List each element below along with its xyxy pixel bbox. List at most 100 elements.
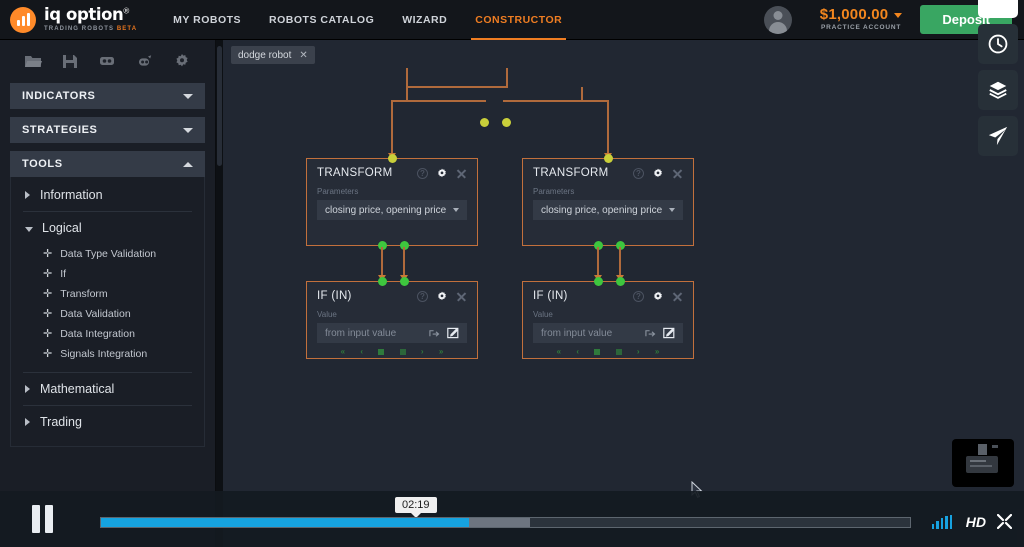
sidebar-scrollbar[interactable] [216,40,223,547]
edit-icon[interactable] [663,327,675,339]
tree-item-trading-label: Trading [40,415,82,429]
edit-icon[interactable] [447,327,459,339]
operator-item[interactable]: ‹ [360,347,363,356]
leaf-signals-integration[interactable]: ✛ Signals Integration [11,344,204,364]
node-output-port[interactable] [502,118,511,127]
pause-button[interactable] [32,505,60,533]
node-transform-right[interactable]: TRANSFORM ? Parameters closing price, op… [522,154,694,250]
import-icon[interactable] [429,328,440,339]
operator-item[interactable]: « [557,347,561,356]
tree-item-mathematical[interactable]: Mathematical [11,373,204,405]
operator-item[interactable] [399,348,406,355]
tab-dodge-robot[interactable]: dodge robot ✕ [231,46,315,64]
node-transform-left[interactable]: TRANSFORM ? Parameters closing price, op… [306,154,478,250]
tree-item-logical[interactable]: Logical [11,212,204,244]
import-icon[interactable] [645,328,656,339]
nav-link-my-robots[interactable]: MY ROBOTS [159,0,255,40]
leaf-data-validation[interactable]: ✛ Data Validation [11,304,204,324]
volume-icon[interactable] [931,515,952,529]
close-icon[interactable]: ✕ [299,50,307,61]
logical-children: ✛ Data Type Validation ✛ If ✛ Transform … [11,244,204,364]
leaf-if[interactable]: ✛ If [11,264,204,284]
save-icon[interactable] [61,52,79,70]
node-transform-left-parameters-select[interactable]: closing price, opening price [317,200,467,220]
plus-icon: ✛ [43,307,53,320]
node-if-in-left-value-input[interactable]: from input value [317,323,467,343]
node-if-in-right-value-input[interactable]: from input value [533,323,683,343]
node-board[interactable]: TRANSFORM ? Parameters closing price, op… [223,68,1024,547]
robot-icon[interactable] [98,52,116,70]
operator-item[interactable] [378,348,385,355]
close-icon[interactable] [456,291,467,302]
gear-icon[interactable] [436,167,448,179]
node-input-port[interactable] [388,154,397,163]
constructor-canvas[interactable]: dodge robot ✕ TRANSFORM ? Parameters clo… [223,40,1024,547]
hd-quality-button[interactable]: HD [966,514,986,530]
leaf-data-integration[interactable]: ✛ Data Integration [11,324,204,344]
node-output-port[interactable] [480,118,489,127]
close-icon[interactable] [672,291,683,302]
scrollbar-thumb[interactable] [217,46,222,166]
node-transform-left-field-label: Parameters [317,187,359,196]
node-input-port[interactable] [616,277,625,286]
accordion-strategies[interactable]: STRATEGIES [10,117,205,143]
tab-dodge-robot-label: dodge robot [238,49,292,61]
operator-item[interactable] [594,348,601,355]
brand-registered-mark: ® [123,6,130,16]
seek-buffered [469,518,530,527]
operator-item[interactable]: › [637,347,640,356]
folder-icon[interactable] [24,52,42,70]
nav-link-robots-catalog[interactable]: ROBOTS CATALOG [255,0,388,40]
node-input-port[interactable] [378,277,387,286]
wire-segment [607,100,609,156]
gear-icon[interactable] [173,52,191,70]
nav-link-constructor[interactable]: CONSTRUCTOR [461,0,576,40]
help-icon[interactable]: ? [633,167,644,179]
leaf-transform[interactable]: ✛ Transform [11,284,204,304]
send-telegram-icon[interactable] [978,116,1018,156]
operator-item[interactable] [615,348,622,355]
chevron-down-icon [183,93,193,99]
leaf-data-type-validation[interactable]: ✛ Data Type Validation [11,244,204,264]
balance-account-type: PRACTICE ACCOUNT [821,23,902,31]
clock-history-icon[interactable] [978,24,1018,64]
link-icon[interactable] [136,52,154,70]
plus-icon: ✛ [43,347,53,360]
layers-icon[interactable] [978,70,1018,110]
canvas-tabbar: dodge robot ✕ [223,40,1024,68]
balance-block[interactable]: $1,000.00 PRACTICE ACCOUNT [820,7,903,32]
avatar[interactable] [763,5,792,34]
help-icon[interactable]: ? [417,167,428,179]
operator-item[interactable]: « [341,347,345,356]
chat-bubble-icon[interactable] [978,0,1018,18]
node-transform-right-parameters-select[interactable]: closing price, opening price [533,200,683,220]
operator-item[interactable]: » [439,347,443,356]
accordion-indicators[interactable]: INDICATORS [10,83,205,109]
node-if-in-left-operators: « ‹ › » [317,343,467,361]
help-icon[interactable]: ? [633,290,644,302]
tree-item-information[interactable]: Information [11,179,204,211]
node-if-in-right[interactable]: IF (IN) ? Value from input value « ‹ › » [522,277,694,359]
nav-link-wizard[interactable]: WIZARD [388,0,461,40]
accordion-tools[interactable]: TOOLS [10,151,205,177]
brand-logo-group[interactable]: iq option® TRADING ROBOTS BETA [10,6,137,33]
node-if-in-left[interactable]: IF (IN) ? Value from input value « ‹ › » [306,277,478,361]
operator-item[interactable]: » [655,347,659,356]
gear-icon[interactable] [652,167,664,179]
node-input-port[interactable] [594,277,603,286]
seek-bar[interactable] [100,517,911,528]
node-input-port[interactable] [400,277,409,286]
node-input-port[interactable] [604,154,613,163]
gear-icon[interactable] [436,290,448,302]
operator-item[interactable]: › [421,347,424,356]
gear-icon[interactable] [652,290,664,302]
chevron-down-icon[interactable] [894,12,903,18]
close-icon[interactable] [672,168,683,179]
close-icon[interactable] [456,168,467,179]
tree-item-trading[interactable]: Trading [11,406,204,438]
operator-item[interactable]: ‹ [576,347,579,356]
fullscreen-icon[interactable] [996,513,1013,530]
accordion-indicators-label: INDICATORS [22,90,96,102]
help-icon[interactable]: ? [417,290,428,302]
node-if-in-right-title: IF (IN) [533,290,568,302]
